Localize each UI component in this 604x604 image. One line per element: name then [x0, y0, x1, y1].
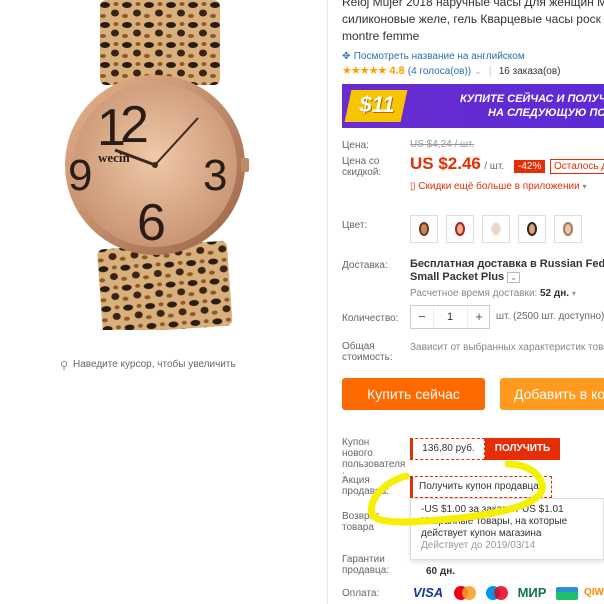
- shipping-line-1: Бесплатная доставка в Russian Federatio: [410, 258, 604, 270]
- title-line-2: силиконовые желе, гель Кварцевые часы ро…: [342, 12, 601, 26]
- banner-amount: $11: [359, 92, 395, 117]
- orders-count: 16 заказа(ов): [498, 66, 561, 77]
- time-left-badge: Осталось д: [550, 159, 604, 174]
- delivery-eta: Расчетное время доставки: 52 дн. ▾: [410, 288, 576, 299]
- info-icon[interactable]: ▾: [572, 289, 576, 298]
- total-label: Общая стоимость:: [342, 341, 393, 363]
- svg-text:6: 6: [137, 194, 166, 252]
- promo-banner[interactable]: $11 КУПИТЕ СЕЙЧАС И ПОЛУЧ НА СЛЕДУЮЩУЮ П…: [342, 84, 604, 128]
- discount-price-label: Цена со скидкой:: [342, 156, 382, 178]
- discount-badge: -42%: [514, 160, 546, 173]
- banner-line-2: НА СЛЕДУЮЩУЮ ПО: [488, 107, 604, 119]
- coupon-expiry: Действует до 2019/03/14: [421, 540, 536, 551]
- color-label: Цвет:: [342, 220, 368, 231]
- banner-line-1: КУПИТЕ СЕЙЧАС И ПОЛУЧ: [460, 93, 604, 105]
- bank-card-icon: [552, 583, 582, 603]
- star-rating-icon: ★★★★★: [342, 65, 387, 77]
- guarantee-value: 60 дн.: [426, 566, 456, 577]
- price-label: Цена:: [342, 140, 369, 151]
- delivery-eta-label: Расчетное время доставки:: [410, 288, 538, 299]
- title-line-3: montre femme: [342, 29, 420, 43]
- coupon-scope-2: действует купон магазина: [421, 528, 542, 539]
- translate-link[interactable]: ✥ Посмотреть название на английском: [342, 48, 525, 62]
- svg-text:9: 9: [68, 151, 92, 200]
- translate-icon: ✥: [342, 51, 351, 62]
- coupon-terms: -US $1.00 за заказ от US $1.01: [421, 504, 564, 515]
- new-user-coupon-value: 136,80 руб.: [410, 438, 485, 460]
- get-coupon-button[interactable]: ПОЛУЧИТЬ: [485, 438, 560, 460]
- quantity-label: Количество:: [342, 313, 399, 324]
- color-option-3[interactable]: [482, 215, 510, 243]
- quantity-plus-button[interactable]: +: [467, 306, 490, 328]
- mir-icon: МИР: [517, 585, 547, 600]
- phone-icon: ▯: [410, 181, 416, 192]
- svg-text:3: 3: [203, 151, 227, 200]
- product-image[interactable]: 1 2 9 3 6: [55, 0, 260, 330]
- price-row: US $2.46 / шт.: [410, 154, 504, 174]
- delivery-eta-value: 52 дн.: [540, 288, 570, 299]
- caret-down-icon: ▾: [582, 182, 587, 191]
- watch-brand-text: wecin: [98, 150, 130, 165]
- app-promo-text: Скидки ещё больше в приложении: [418, 181, 580, 192]
- rating-row: ★★★★★ 4.8 (4 голоса(ов)) ⌄ | 16 заказа(о…: [342, 64, 560, 77]
- product-info: Reloj Mujer 2018 наручные часы Для женщи…: [342, 0, 604, 604]
- caret-down-icon: ▾: [541, 482, 546, 491]
- guarantee-label: Гарантии продавца:: [342, 554, 390, 576]
- translate-link-text: Посмотреть название на английском: [353, 51, 525, 62]
- chevron-down-icon[interactable]: ⌄: [474, 66, 482, 76]
- column-divider: [327, 0, 328, 604]
- qiwi-icon: QIWI: [584, 587, 604, 598]
- product-gallery: 1 2 9 3 6 wecin ⚲ Наведите курсор, чтобы…: [0, 0, 327, 604]
- seller-coupon-popup: -US $1.00 за заказ от US $1.01 Избранные…: [410, 498, 604, 560]
- color-option-4[interactable]: [518, 215, 546, 243]
- seller-coupon-text: Получить купон продавца: [419, 481, 539, 492]
- shipping-label: Доставка:: [342, 260, 388, 271]
- quantity-available: шт. (2500 шт. доступно): [496, 311, 604, 322]
- coupon-scope-1: Избранные товары, на которые: [421, 516, 568, 527]
- app-promo[interactable]: ▯ Скидки ещё больше в приложении ▾: [410, 181, 586, 192]
- mastercard-icon: [450, 583, 480, 603]
- separator: |: [488, 65, 492, 77]
- add-to-cart-button[interactable]: Добавить в ко: [500, 378, 604, 410]
- payment-label: Оплата:: [342, 588, 380, 599]
- shipping-method-name: Small Packet Plus: [410, 271, 505, 283]
- quantity-minus-button[interactable]: −: [411, 306, 434, 328]
- return-label: Возврат товара: [342, 511, 380, 533]
- total-value: Зависит от выбранных характеристик това: [410, 342, 604, 353]
- votes-link[interactable]: (4 голоса(ов)): [408, 66, 471, 77]
- color-option-1[interactable]: [410, 215, 438, 243]
- seller-promo-label: Акция продавца:: [342, 475, 390, 497]
- color-option-2[interactable]: [446, 215, 474, 243]
- quantity-stepper: − 1 +: [410, 305, 490, 329]
- visa-icon: VISA: [412, 585, 444, 600]
- title-line-1: Reloj Mujer 2018 наручные часы Для женщи…: [342, 0, 604, 9]
- quantity-input[interactable]: 1: [433, 306, 467, 328]
- color-option-5[interactable]: [554, 215, 582, 243]
- zoom-hint: Наведите курсор, чтобы увеличить: [73, 359, 236, 370]
- price-unit: / шт.: [484, 161, 505, 172]
- svg-text:2: 2: [120, 96, 149, 154]
- zoom-icon: ⚲: [60, 360, 69, 372]
- seller-coupon-dropdown[interactable]: Получить купон продавца ▾: [410, 476, 552, 498]
- shipping-method[interactable]: Small Packet Plus ⌄: [410, 271, 520, 283]
- old-price: US $4,24 / шт.: [410, 139, 475, 150]
- new-price: US $2.46: [410, 154, 481, 173]
- buy-now-button[interactable]: Купить сейчас: [342, 378, 485, 410]
- chevron-down-icon[interactable]: ⌄: [507, 272, 520, 283]
- maestro-icon: [482, 583, 512, 603]
- product-title: Reloj Mujer 2018 наручные часы Для женщи…: [342, 0, 604, 45]
- rating-value: 4.8: [389, 65, 405, 77]
